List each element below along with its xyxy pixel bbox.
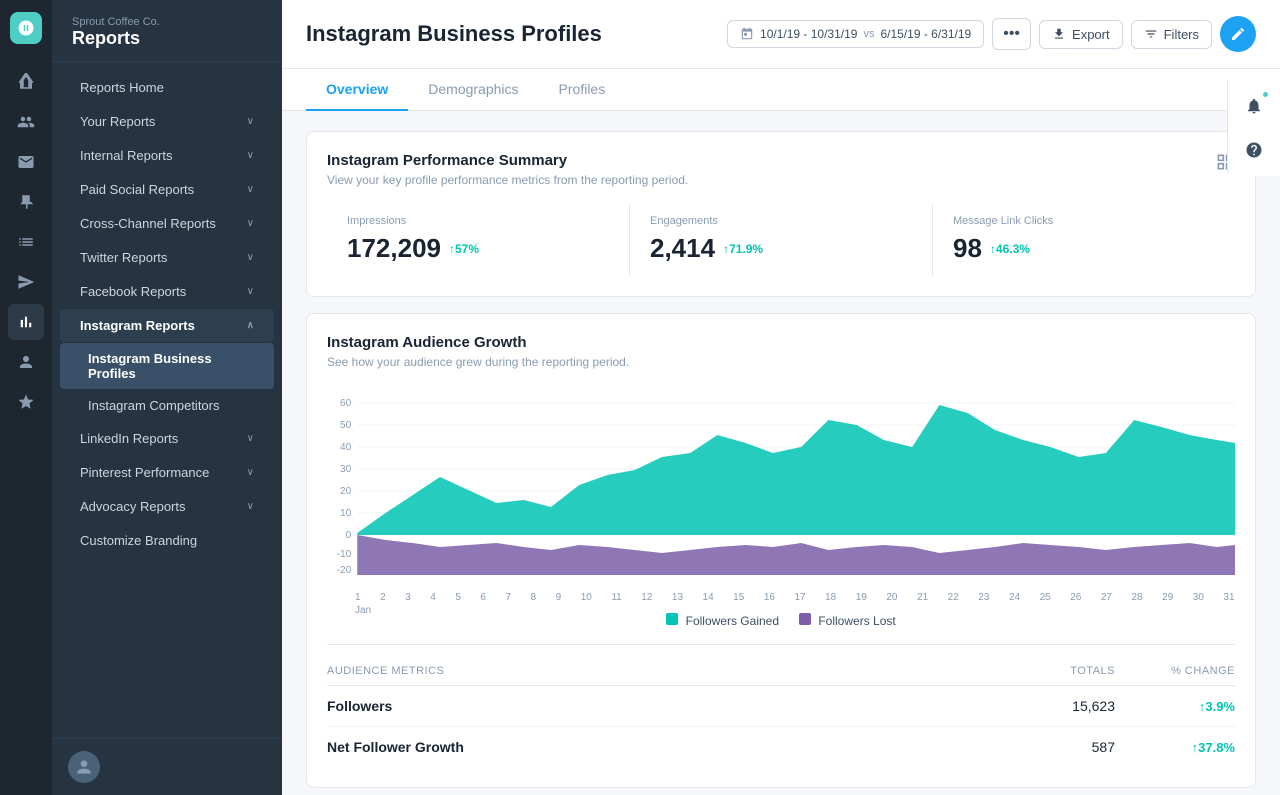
engagements-value: 2,414 <box>650 233 715 264</box>
svg-text:20: 20 <box>340 486 352 497</box>
help-icon[interactable] <box>1236 132 1272 168</box>
sidebar-footer <box>52 738 282 795</box>
compare-date-range: 6/15/19 - 6/31/19 <box>880 27 971 41</box>
chevron-up-icon: ∧ <box>247 320 254 331</box>
performance-card-title: Instagram Performance Summary <box>327 152 688 169</box>
notification-icon[interactable] <box>1236 88 1272 124</box>
section-title: Reports <box>72 28 262 49</box>
audience-card-title: Instagram Audience Growth <box>327 334 1235 351</box>
edit-button[interactable] <box>1220 16 1256 52</box>
table-row: Net Follower Growth 587 ↑37.8% <box>327 727 1235 767</box>
chevron-down-icon: ∨ <box>247 184 254 195</box>
current-date-range: 10/1/19 - 10/31/19 <box>760 27 857 41</box>
sidebar-item-advocacy-reports[interactable]: Advocacy Reports ∨ <box>60 490 274 523</box>
date-range-button[interactable]: 10/1/19 - 10/31/19 vs 6/15/19 - 6/31/19 <box>727 20 984 48</box>
sidebar-item-customize-branding[interactable]: Customize Branding <box>60 524 274 557</box>
clicks-value: 98 <box>953 233 982 264</box>
main-content: Instagram Business Profiles 10/1/19 - 10… <box>282 0 1280 795</box>
sidebar-item-pinterest-performance[interactable]: Pinterest Performance ∨ <box>60 456 274 489</box>
svg-text:60: 60 <box>340 398 352 409</box>
svg-text:-10: -10 <box>337 549 352 560</box>
impressions-value: 172,209 <box>347 233 441 264</box>
page-title: Instagram Business Profiles <box>306 21 602 47</box>
metric-message-link-clicks: Message Link Clicks 98 ↑46.3% <box>933 203 1235 276</box>
table-header: Audience Metrics Totals % Change <box>327 657 1235 686</box>
chevron-down-icon: ∨ <box>247 501 254 512</box>
sidebar-item-reports-home[interactable]: Reports Home <box>60 71 274 104</box>
chevron-down-icon: ∨ <box>247 286 254 297</box>
content-area: Instagram Performance Summary View your … <box>282 111 1280 795</box>
svg-text:40: 40 <box>340 442 352 453</box>
sidebar-item-internal-reports[interactable]: Internal Reports ∨ <box>60 139 274 172</box>
filters-button[interactable]: Filters <box>1131 20 1212 49</box>
chart-x-axis: 1234567891011121314151617181920212223242… <box>327 590 1235 603</box>
audience-growth-card: Instagram Audience Growth See how your a… <box>306 313 1256 788</box>
performance-card-subtitle: View your key profile performance metric… <box>327 173 688 187</box>
chevron-down-icon: ∨ <box>247 252 254 263</box>
performance-summary-card: Instagram Performance Summary View your … <box>306 131 1256 297</box>
tab-overview[interactable]: Overview <box>306 69 408 111</box>
vs-label: vs <box>863 28 874 40</box>
main-header: Instagram Business Profiles 10/1/19 - 10… <box>282 0 1280 69</box>
sidebar-header: Sprout Coffee Co. Reports <box>52 0 282 62</box>
user-avatar[interactable] <box>68 751 100 783</box>
svg-text:30: 30 <box>340 464 352 475</box>
svg-text:0: 0 <box>346 530 352 541</box>
nav-publish-icon[interactable] <box>8 264 44 300</box>
sidebar-item-facebook-reports[interactable]: Facebook Reports ∨ <box>60 275 274 308</box>
chevron-down-icon: ∨ <box>247 116 254 127</box>
nav-profile-icon[interactable] <box>8 344 44 380</box>
metric-impressions: Impressions 172,209 ↑57% <box>327 203 630 276</box>
sidebar-item-paid-social-reports[interactable]: Paid Social Reports ∨ <box>60 173 274 206</box>
header-actions: 10/1/19 - 10/31/19 vs 6/15/19 - 6/31/19 … <box>727 16 1256 52</box>
sidebar-item-cross-channel-reports[interactable]: Cross-Channel Reports ∨ <box>60 207 274 240</box>
chevron-down-icon: ∨ <box>247 218 254 229</box>
sidebar-item-instagram-competitors[interactable]: Instagram Competitors <box>60 390 274 421</box>
icon-sidebar <box>0 0 52 795</box>
nav-reports-icon[interactable] <box>8 304 44 340</box>
audience-metrics-table: Audience Metrics Totals % Change Followe… <box>327 644 1235 767</box>
nav-sidebar: Sprout Coffee Co. Reports Reports Home Y… <box>52 0 282 795</box>
engagements-change: ↑71.9% <box>723 242 763 256</box>
svg-text:-20: -20 <box>337 565 352 576</box>
chart-month-label: Jan <box>327 605 1235 616</box>
nav-tasks-icon[interactable] <box>8 224 44 260</box>
filters-label: Filters <box>1164 27 1199 42</box>
sidebar-item-instagram-reports[interactable]: Instagram Reports ∧ <box>60 309 274 342</box>
nav-pin-icon[interactable] <box>8 184 44 220</box>
nav-users-icon[interactable] <box>8 104 44 140</box>
sidebar-item-your-reports[interactable]: Your Reports ∨ <box>60 105 274 138</box>
clicks-change: ↑46.3% <box>990 242 1030 256</box>
tab-profiles[interactable]: Profiles <box>539 69 626 111</box>
nav-home-icon[interactable] <box>8 64 44 100</box>
chevron-down-icon: ∨ <box>247 150 254 161</box>
chart-svg: 60 50 40 30 20 10 0 -10 -20 <box>327 385 1235 585</box>
audience-card-subtitle: See how your audience grew during the re… <box>327 355 1235 369</box>
more-icon: ••• <box>1003 25 1020 42</box>
table-row: Followers 15,623 ↑3.9% <box>327 686 1235 727</box>
tabs: Overview Demographics Profiles <box>282 69 1280 111</box>
company-name: Sprout Coffee Co. <box>72 16 262 28</box>
sidebar-item-linkedin-reports[interactable]: LinkedIn Reports ∨ <box>60 422 274 455</box>
metric-engagements: Engagements 2,414 ↑71.9% <box>630 203 933 276</box>
export-button[interactable]: Export <box>1039 20 1123 49</box>
impressions-change: ↑57% <box>449 242 479 256</box>
sidebar-item-instagram-business-profiles[interactable]: Instagram Business Profiles <box>60 343 274 389</box>
nav-inbox-icon[interactable] <box>8 144 44 180</box>
svg-text:50: 50 <box>340 420 352 431</box>
nav-star-icon[interactable] <box>8 384 44 420</box>
tab-demographics[interactable]: Demographics <box>408 69 538 111</box>
chevron-down-icon: ∨ <box>247 433 254 444</box>
chevron-down-icon: ∨ <box>247 467 254 478</box>
metrics-row: Impressions 172,209 ↑57% Engagements 2,4… <box>327 203 1235 276</box>
svg-text:10: 10 <box>340 508 352 519</box>
export-label: Export <box>1072 27 1110 42</box>
app-logo <box>10 12 42 44</box>
more-options-button[interactable]: ••• <box>992 18 1031 50</box>
audience-chart: 60 50 40 30 20 10 0 -10 -20 12345678 <box>327 385 1235 605</box>
sidebar-item-twitter-reports[interactable]: Twitter Reports ∨ <box>60 241 274 274</box>
